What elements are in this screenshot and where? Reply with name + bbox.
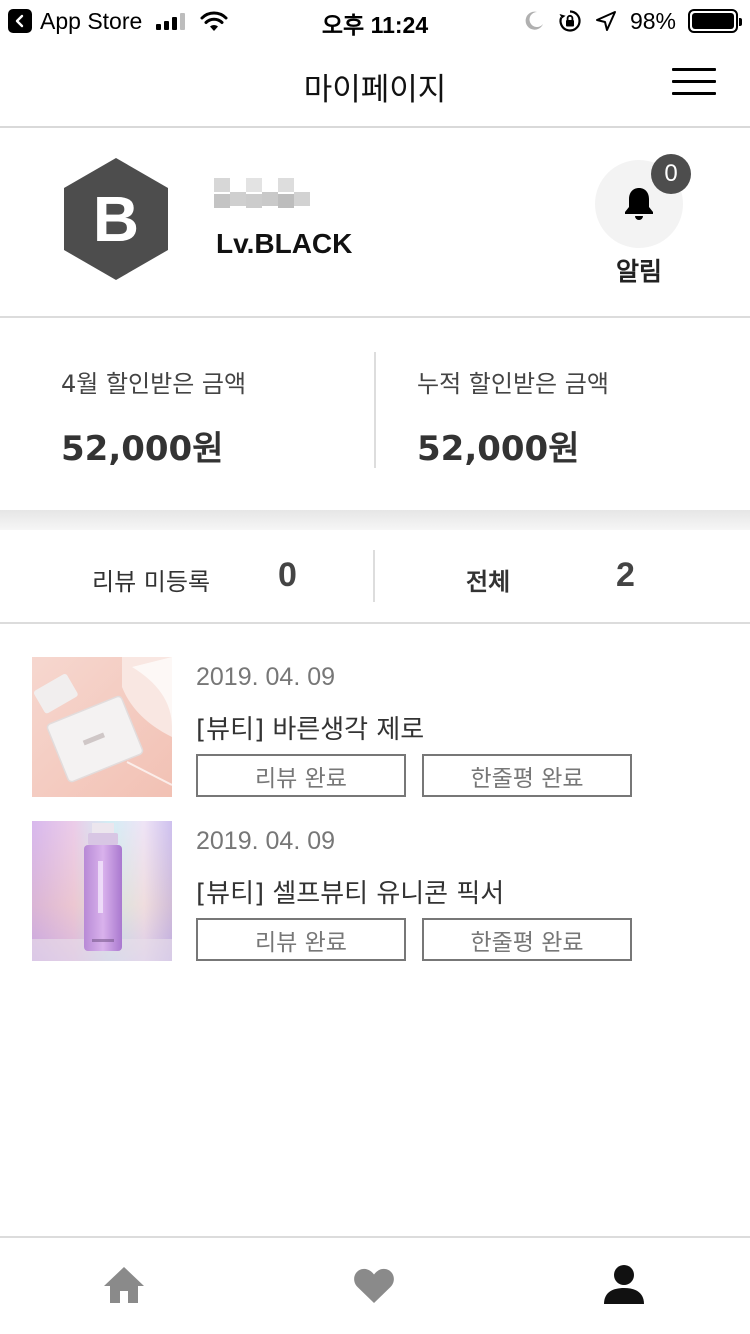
page-header: 마이페이지 (0, 42, 750, 128)
item-title[interactable]: [뷰티] 바른생각 제로 (196, 709, 424, 746)
user-level: Lv.BLACK (216, 228, 353, 259)
month-discount-label: 4월 할인받은 금액 (61, 370, 247, 398)
status-right: 98% (522, 6, 742, 36)
product-thumbnail[interactable] (32, 657, 172, 797)
profile-section: B Lv.BLACK 0 알림 (0, 128, 750, 318)
user-name-masked (214, 174, 310, 216)
section-separator (0, 510, 750, 530)
notification-count-badge: 0 (651, 154, 691, 194)
item-title[interactable]: [뷰티] 셀프뷰티 유니콘 픽서 (196, 873, 504, 910)
item-date: 2019. 04. 09 (196, 663, 336, 691)
location-arrow-icon (595, 11, 616, 31)
notification-label[interactable]: 알림 (595, 252, 683, 288)
page-title: 마이페이지 (303, 72, 447, 108)
total-discount: 누적 할인받은 금액 52,000원 (417, 364, 609, 470)
product-thumbnail[interactable] (32, 821, 172, 961)
heart-icon[interactable] (351, 1262, 397, 1308)
month-discount-value: 52,000원 (61, 429, 224, 469)
bottom-navigation (0, 1236, 750, 1334)
hamburger-menu-icon[interactable] (672, 68, 716, 96)
divider (374, 352, 376, 468)
review-complete-button[interactable]: 리뷰 완료 (196, 754, 406, 797)
avatar-letter: B (92, 183, 140, 255)
all-review-label[interactable]: 전체 (466, 562, 510, 597)
list-item[interactable]: 2019. 04. 09 [뷰티] 셀프뷰티 유니콘 픽서 리뷰 완료 한줄평 … (0, 821, 750, 971)
unregistered-review-count[interactable]: 0 (278, 556, 297, 595)
home-icon[interactable] (101, 1262, 147, 1308)
total-discount-value: 52,000원 (417, 429, 580, 469)
all-review-count[interactable]: 2 (616, 556, 635, 595)
unregistered-review-label[interactable]: 리뷰 미등록 (92, 562, 210, 597)
list-item[interactable]: 2019. 04. 09 [뷰티] 바른생각 제로 리뷰 완료 한줄평 완료 (0, 657, 750, 807)
battery-percent: 98% (629, 7, 676, 34)
review-complete-button[interactable]: 리뷰 완료 (196, 918, 406, 961)
oneline-review-complete-button[interactable]: 한줄평 완료 (422, 754, 632, 797)
oneline-review-complete-button[interactable]: 한줄평 완료 (422, 918, 632, 961)
status-bar: App Store 오후 11:24 98% (0, 0, 750, 42)
user-icon[interactable] (601, 1262, 647, 1308)
bell-icon (625, 188, 653, 220)
rotation-lock-icon (559, 10, 581, 32)
item-date: 2019. 04. 09 (196, 827, 336, 855)
discount-summary: 4월 할인받은 금액 52,000원 누적 할인받은 금액 52,000원 (0, 320, 750, 510)
review-count-tabs: 리뷰 미등록 0 전체 2 (0, 530, 750, 624)
total-discount-label: 누적 할인받은 금액 (417, 370, 609, 398)
month-discount: 4월 할인받은 금액 52,000원 (61, 364, 246, 470)
battery-icon (688, 9, 742, 33)
moon-icon (525, 11, 543, 30)
avatar: B (64, 158, 168, 280)
divider (373, 550, 375, 602)
